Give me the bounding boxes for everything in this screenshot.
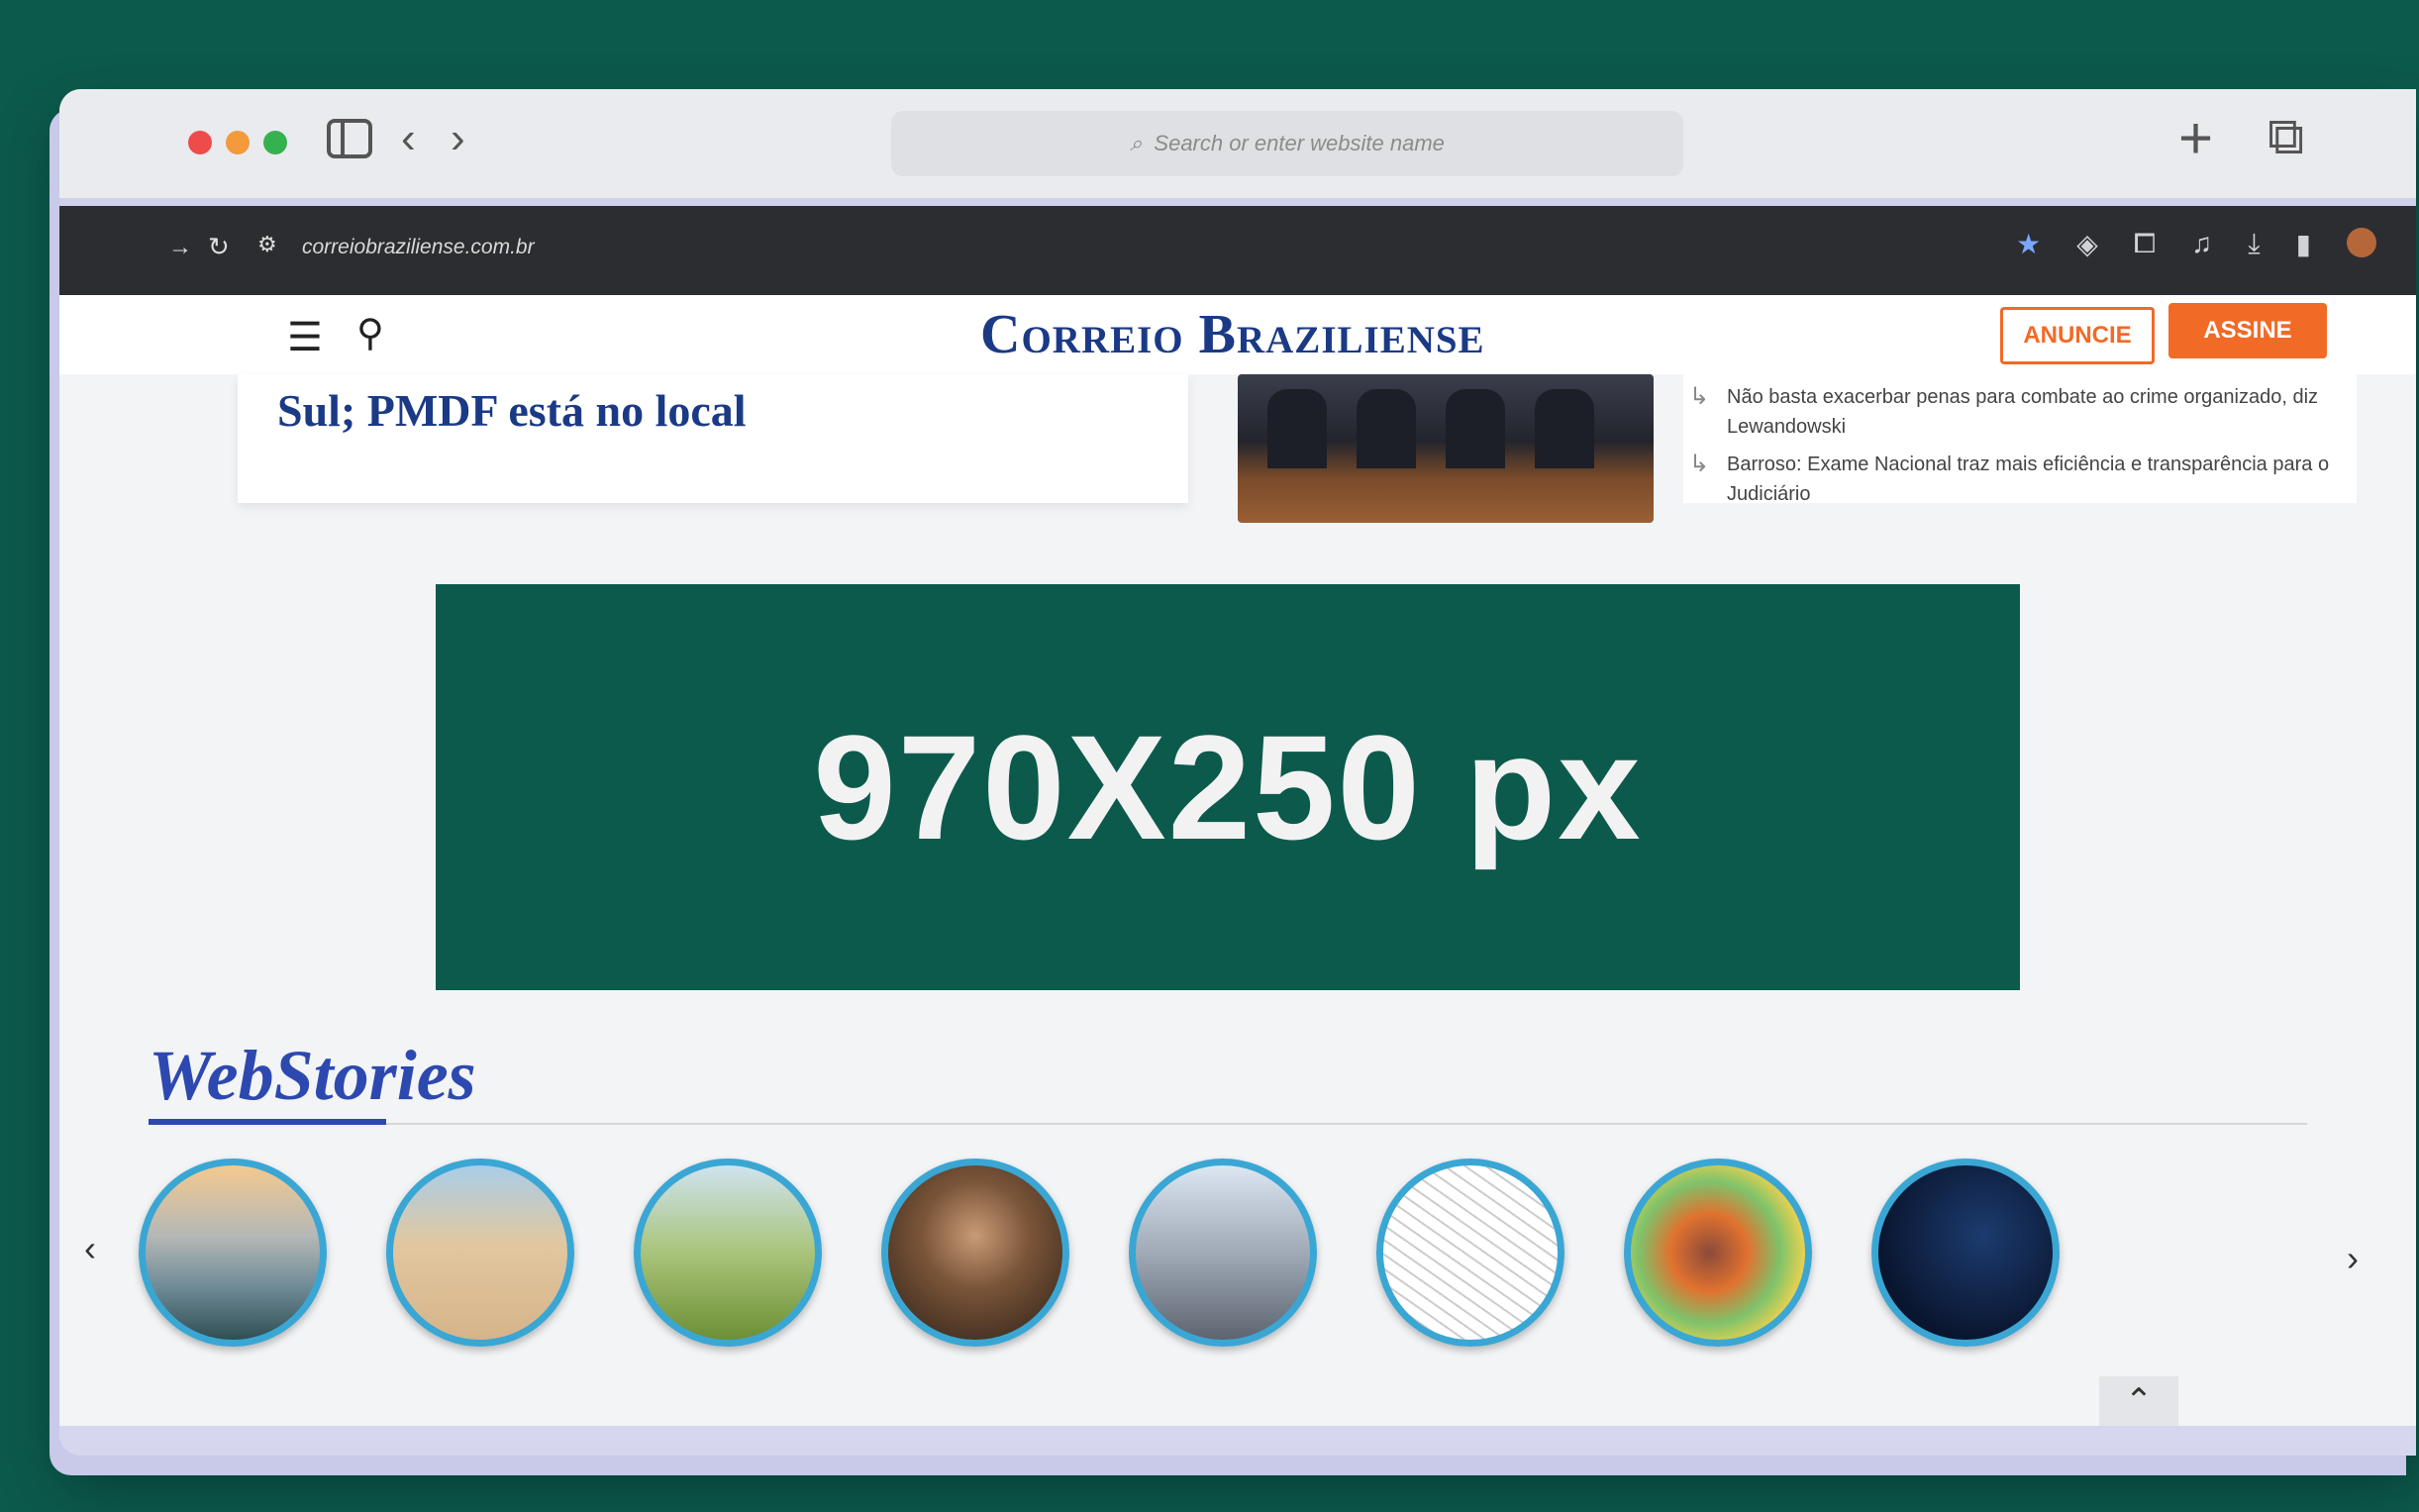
news-headline[interactable]: Sul; PMDF está no local — [277, 384, 747, 437]
ad-banner[interactable]: 970X250 px — [436, 584, 2020, 990]
story-sketch-drawing[interactable] — [1376, 1159, 1564, 1347]
stories-prev-button[interactable]: ‹ — [84, 1228, 96, 1269]
webstories-title: WebStories — [149, 1036, 476, 1115]
related-news-item[interactable]: ↳ Não basta exacerbar penas para combate… — [1683, 382, 2357, 442]
footer-strip — [59, 1426, 2416, 1456]
search-icon: ⌕ — [1130, 131, 1143, 155]
story-portrait[interactable] — [881, 1159, 1069, 1347]
site-settings-icon[interactable]: ⚙ — [257, 232, 277, 257]
minimize-window-button[interactable] — [226, 131, 250, 154]
site-logo[interactable]: Correio Braziliense — [980, 303, 1485, 366]
site-search-icon[interactable]: ⚲ — [356, 311, 384, 355]
search-placeholder: Search or enter website name — [1154, 131, 1445, 155]
browser-window: ‹ › ⌕ Search or enter website name + ⧉ →… — [59, 89, 2416, 1456]
news-card[interactable]: Sul; PMDF está no local — [238, 374, 1188, 503]
section-divider — [386, 1123, 2307, 1125]
url-text[interactable]: correiobraziliense.com.br — [302, 236, 535, 259]
scroll-to-top-button[interactable]: ⌃ — [2099, 1376, 2178, 1426]
side-panel-icon[interactable]: ▮ — [2296, 228, 2311, 260]
close-window-button[interactable] — [188, 131, 212, 154]
ad-size-label: 970X250 px — [813, 703, 1643, 870]
reply-arrow-icon: ↳ — [1689, 451, 1710, 477]
news-photo[interactable] — [1238, 374, 1654, 523]
extension-icons: ★ ◈ ⧠ ♫ ⤓ ▮ — [2016, 228, 2376, 260]
story-beach-sunset[interactable] — [139, 1159, 327, 1347]
related-news-item[interactable]: ↳ Barroso: Exame Nacional traz mais efic… — [1683, 450, 2357, 509]
profile-avatar[interactable] — [2347, 228, 2376, 257]
back-icon[interactable]: ‹ — [401, 117, 416, 160]
reload-icon[interactable]: ↻ — [208, 232, 230, 262]
webstories-underline — [149, 1119, 386, 1125]
maximize-window-button[interactable] — [263, 131, 287, 154]
address-bar: → ↻ ⚙ correiobraziliense.com.br ★ ◈ ⧠ ♫ … — [59, 206, 2416, 295]
forward-arrow-icon[interactable]: → — [168, 234, 192, 261]
search-address-field[interactable]: ⌕ Search or enter website name — [891, 111, 1683, 176]
webstories-carousel — [139, 1159, 2060, 1347]
related-news-list: ↳ Não basta exacerbar penas para combate… — [1683, 374, 2357, 505]
download-icon[interactable]: ⤓ — [2248, 228, 2260, 260]
media-icon[interactable]: ♫ — [2191, 228, 2212, 260]
browser-toolbar: ‹ › ⌕ Search or enter website name + ⧉ — [59, 89, 2416, 206]
stories-next-button[interactable]: › — [2347, 1238, 2359, 1279]
anuncie-button[interactable]: ANUNCIE — [2000, 307, 2155, 364]
window-controls — [188, 131, 287, 154]
forward-icon[interactable]: › — [451, 117, 465, 160]
site-header: ☰ ⚲ Correio Braziliense ANUNCIE ASSINE — [59, 295, 2416, 374]
sidebar-toggle-icon[interactable] — [327, 119, 372, 166]
story-hiker-valley[interactable] — [634, 1159, 822, 1347]
reply-arrow-icon: ↳ — [1689, 383, 1710, 410]
puzzle-icon[interactable]: ⧠ — [2134, 228, 2156, 260]
story-crowded-beach[interactable] — [386, 1159, 574, 1347]
new-tab-icon[interactable]: + — [2178, 109, 2213, 168]
assine-button[interactable]: ASSINE — [2168, 303, 2327, 358]
hamburger-menu-icon[interactable]: ☰ — [287, 315, 323, 360]
bookmark-star-icon[interactable]: ★ — [2016, 228, 2041, 260]
story-night-sky[interactable] — [1871, 1159, 2060, 1347]
story-medals[interactable] — [1129, 1159, 1317, 1347]
chevron-up-icon: ⌃ — [2124, 1382, 2154, 1420]
story-brazil-map[interactable] — [1624, 1159, 1812, 1347]
extension-icon[interactable]: ◈ — [2076, 228, 2098, 260]
tab-overview-icon[interactable]: ⧉ — [2268, 111, 2304, 162]
